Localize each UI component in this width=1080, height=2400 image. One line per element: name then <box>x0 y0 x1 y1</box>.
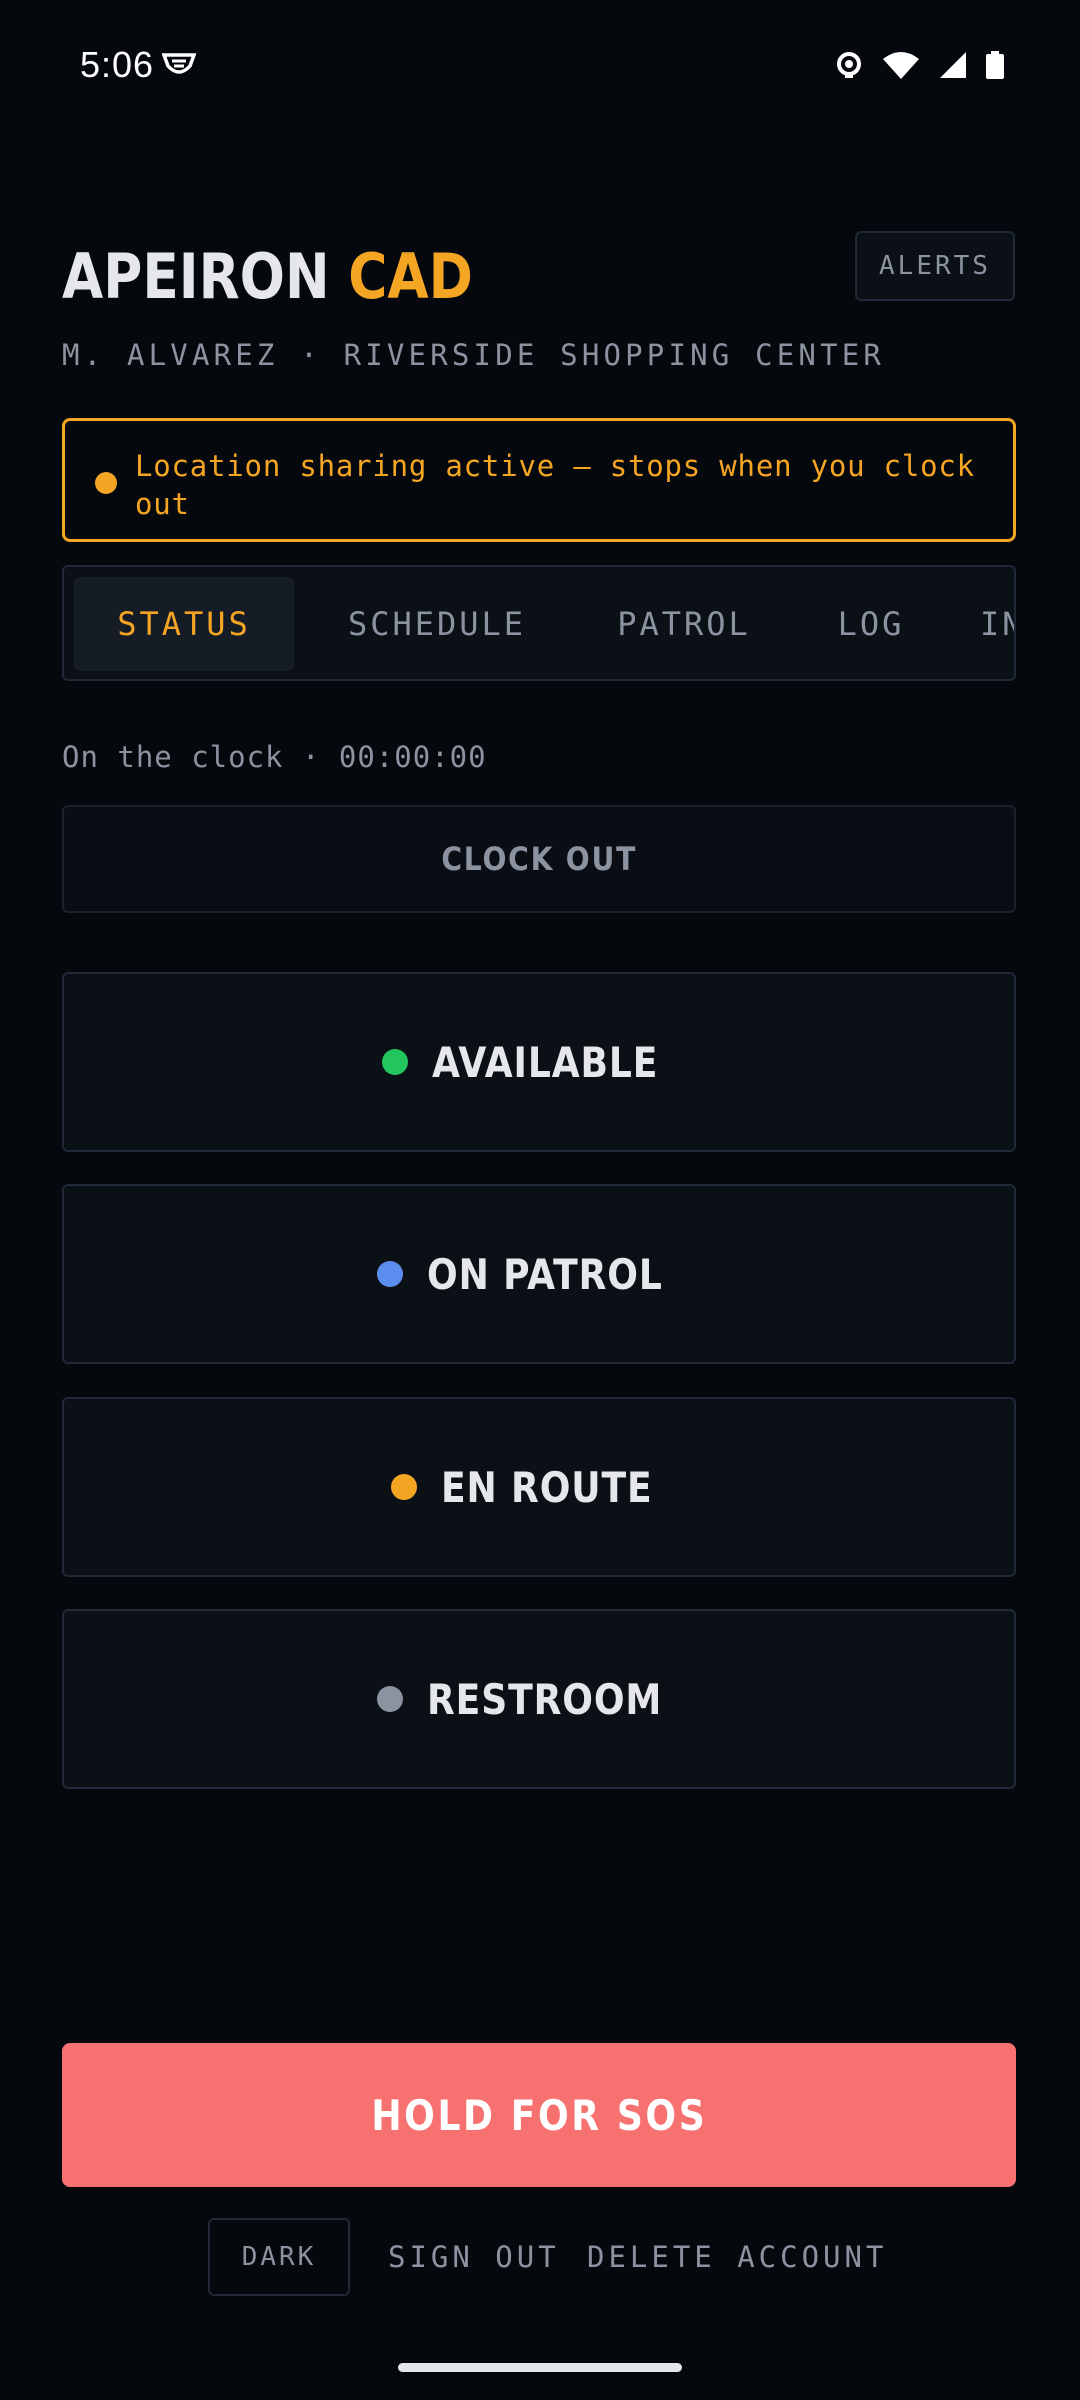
status-restroom-label: RESTROOM <box>427 1674 663 1724</box>
status-dot-icon <box>391 1474 418 1500</box>
wifi-icon <box>883 52 919 79</box>
tab-schedule[interactable]: SCHEDULE <box>319 577 555 671</box>
status-restroom-button[interactable]: RESTROOM <box>62 1609 1016 1789</box>
clock-out-button[interactable]: CLOCK OUT <box>62 805 1016 913</box>
status-dot-icon <box>377 1686 404 1712</box>
location-icon <box>837 52 861 78</box>
signal-icon <box>940 52 966 78</box>
status-en-route-button[interactable]: EN ROUTE <box>62 1397 1016 1577</box>
battery-icon <box>986 51 1004 79</box>
tab-bar: STATUS SCHEDULE PATROL LOG IN <box>62 565 1016 681</box>
tab-patrol[interactable]: PATROL <box>584 577 784 671</box>
tab-incidents[interactable]: IN <box>980 577 1014 671</box>
app-title-accent: CAD <box>348 240 473 313</box>
app-title: APEIRON CAD <box>62 240 473 313</box>
location-sharing-banner: Location sharing active — stops when you… <box>62 418 1016 542</box>
status-dot-icon <box>376 1261 403 1287</box>
status-bar-time: 5:06 <box>80 44 155 85</box>
status-on-patrol-button[interactable]: ON PATROL <box>62 1184 1016 1364</box>
tab-status[interactable]: STATUS <box>74 577 294 671</box>
officer-site-subtitle: M. ALVAREZ · RIVERSIDE SHOPPING CENTER <box>62 338 886 372</box>
sign-out-link[interactable]: SIGN OUT <box>388 2240 560 2274</box>
alerts-button[interactable]: ALERTS <box>855 231 1015 301</box>
delete-account-link[interactable]: DELETE ACCOUNT <box>587 2240 887 2274</box>
home-indicator[interactable] <box>398 2363 682 2372</box>
status-available-label: AVAILABLE <box>432 1037 659 1087</box>
app-notification-icon <box>162 53 196 74</box>
sos-label: HOLD FOR SOS <box>371 2090 707 2140</box>
status-available-button[interactable]: AVAILABLE <box>62 972 1016 1152</box>
status-dot-icon <box>382 1049 409 1075</box>
clock-status-text: On the clock · 00:00:00 <box>62 740 487 774</box>
location-active-dot-icon <box>95 472 117 494</box>
status-bar: 5:06 <box>0 0 1080 120</box>
status-en-route-label: EN ROUTE <box>441 1462 653 1512</box>
app-title-primary: APEIRON <box>62 240 330 313</box>
status-on-patrol-label: ON PATROL <box>426 1249 663 1299</box>
status-bar-icons <box>836 50 1004 80</box>
location-sharing-text: Location sharing active — stops when you… <box>135 449 975 521</box>
tab-log[interactable]: LOG <box>809 577 933 671</box>
clock-out-label: CLOCK OUT <box>441 840 637 878</box>
theme-toggle-button[interactable]: DARK <box>208 2218 350 2296</box>
sos-hold-button[interactable]: HOLD FOR SOS <box>62 2043 1016 2187</box>
